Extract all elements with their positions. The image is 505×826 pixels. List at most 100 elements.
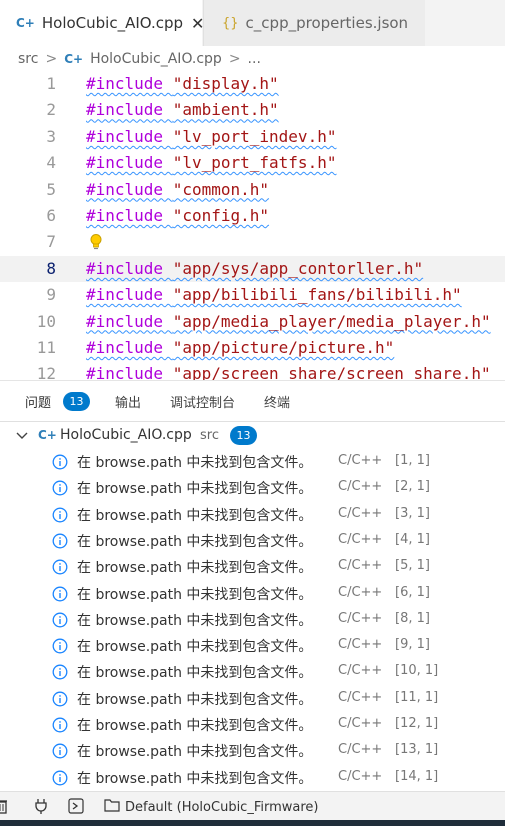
- code-line[interactable]: 10 #include "app/media_player/media_playe…: [0, 309, 505, 335]
- line-number: 6: [46, 206, 56, 225]
- code-line[interactable]: 2 #include "ambient.h": [0, 97, 505, 123]
- include-directive: #include "lv_port_indev.h": [86, 124, 336, 150]
- group-file-dir: src: [200, 428, 219, 443]
- breadcrumb-folder[interactable]: src: [18, 51, 38, 67]
- problem-row[interactable]: 在 browse.path 中未找到包含文件。 C/C++ [12, 1]: [0, 712, 505, 738]
- include-directive: #include "app/screen_share/screen_share.…: [86, 361, 491, 380]
- problem-row[interactable]: 在 browse.path 中未找到包含文件。 C/C++ [8, 1]: [0, 607, 505, 633]
- problem-position: [13, 1]: [395, 742, 439, 758]
- environment-label: Default (HoloCubic_Firmware): [125, 799, 319, 815]
- code-line[interactable]: 5 #include "common.h": [0, 177, 505, 203]
- plug-icon[interactable]: [34, 798, 48, 818]
- code-line[interactable]: 1 #include "display.h": [0, 71, 505, 97]
- problems-count-badge: 13: [63, 391, 91, 411]
- problem-row[interactable]: 在 browse.path 中未找到包含文件。 C/C++ [9, 1]: [0, 633, 505, 659]
- code-line[interactable]: 8 #include "app/sys/app_contorller.h": [0, 255, 505, 283]
- problem-source: C/C++: [338, 558, 383, 574]
- include-path: "app/picture/picture.h": [172, 338, 395, 357]
- problem-message: 在 browse.path 中未找到包含文件。: [77, 665, 313, 682]
- line-number: 9: [46, 285, 56, 305]
- tab-terminal[interactable]: 终端: [264, 381, 290, 421]
- problem-message: 在 browse.path 中未找到包含文件。: [77, 586, 313, 603]
- breadcrumb-file[interactable]: HoloCubic_AIO.cpp: [90, 51, 222, 67]
- group-file-name: HoloCubic_AIO.cpp: [60, 427, 192, 443]
- problem-message: 在 browse.path 中未找到包含文件。: [77, 691, 313, 708]
- line-number: 7: [46, 232, 56, 252]
- tab-label: HoloCubic_AIO.cpp: [41, 14, 184, 32]
- include-path: "lv_port_fatfs.h": [172, 153, 337, 173]
- problem-source: C/C++: [338, 716, 383, 731]
- terminal-icon[interactable]: [68, 798, 84, 818]
- include-path: "app/media_player/media_player.h": [172, 311, 491, 331]
- problem-row[interactable]: 在 browse.path 中未找到包含文件。 C/C++ [4, 1]: [0, 528, 505, 554]
- code-line[interactable]: 3 #include "lv_port_indev.h": [0, 124, 505, 150]
- problem-row[interactable]: 在 browse.path 中未找到包含文件。 C/C++ [13, 1]: [0, 738, 505, 764]
- tab-debug-console-label: 调试控制台: [170, 395, 236, 411]
- include-directive: #include "common.h": [86, 177, 269, 203]
- line-number: 5: [46, 179, 56, 199]
- problem-position: [10, 1]: [395, 663, 439, 679]
- code-editor[interactable]: 1 #include "display.h" 2 #include "ambient.…: [0, 71, 505, 380]
- problem-message: 在 browse.path 中未找到包含文件。: [77, 481, 313, 498]
- include-path: "app/bilibili_fans/bilibili.h": [172, 285, 462, 305]
- line-number: 8: [46, 258, 56, 278]
- include-keyword: #include: [86, 311, 164, 331]
- include-keyword: #include: [86, 126, 164, 146]
- problem-source: C/C++: [338, 531, 383, 547]
- problem-source: C/C++: [338, 610, 383, 626]
- problem-message: 在 browse.path 中未找到包含文件。: [77, 507, 313, 524]
- include-keyword: #include: [86, 153, 164, 173]
- problem-position: [14, 1]: [395, 768, 439, 784]
- info-icon: [52, 507, 68, 527]
- problem-row[interactable]: 在 browse.path 中未找到包含文件。 C/C++ [5, 1]: [0, 554, 505, 580]
- tab-holocubic-aio-cpp[interactable]: C+ HoloCubic_AIO.cpp ✕: [0, 0, 204, 46]
- include-path: "app/screen_share/screen_share.h": [172, 364, 491, 380]
- tab-problems[interactable]: 问题 13: [25, 381, 91, 421]
- problem-row[interactable]: 在 browse.path 中未找到包含文件。 C/C++ [2, 1]: [0, 475, 505, 501]
- include-directive: #include "app/bilibili_fans/bilibili.h": [86, 282, 462, 308]
- code-line[interactable]: 6 #include "config.h": [0, 203, 505, 229]
- tab-c-cpp-properties-json[interactable]: {} c_cpp_properties.json: [203, 0, 425, 46]
- line-number: 4: [46, 153, 56, 173]
- include-path: "common.h": [172, 179, 270, 199]
- group-count-badge: 13: [230, 426, 257, 445]
- problem-source: C/C++: [338, 742, 383, 758]
- problem-source: C/C++: [338, 479, 383, 495]
- problem-row[interactable]: 在 browse.path 中未找到包含文件。 C/C++ [1, 1]: [0, 449, 505, 475]
- info-icon: [52, 691, 68, 711]
- code-line[interactable]: 4 #include "lv_port_fatfs.h": [0, 150, 505, 176]
- include-path: "display.h": [172, 74, 279, 93]
- code-line[interactable]: 9 #include "app/bilibili_fans/bilibili.h": [0, 282, 505, 308]
- json-file-icon: {}: [222, 15, 239, 31]
- chevron-right-icon: >: [228, 51, 241, 67]
- include-keyword: #include: [86, 206, 164, 225]
- tab-debug-console[interactable]: 调试控制台: [170, 381, 235, 421]
- lightbulb-icon[interactable]: [89, 233, 103, 255]
- environment-selector[interactable]: Default (HoloCubic_Firmware): [104, 798, 318, 816]
- code-line[interactable]: 7: [0, 229, 505, 255]
- problem-position: [6, 1]: [395, 584, 430, 600]
- code-line[interactable]: 12 #include "app/screen_share/screen_shar…: [0, 361, 505, 380]
- problem-row[interactable]: 在 browse.path 中未找到包含文件。 C/C++ [6, 1]: [0, 581, 505, 607]
- code-line[interactable]: 11 #include "app/picture/picture.h": [0, 335, 505, 361]
- panel-divider: [0, 421, 505, 422]
- problem-row[interactable]: 在 browse.path 中未找到包含文件。 C/C++ [10, 1]: [0, 659, 505, 685]
- problem-source: C/C++: [338, 453, 383, 468]
- problem-source: C/C++: [338, 584, 383, 600]
- include-keyword: #include: [86, 179, 164, 199]
- breadcrumb-symbols[interactable]: ...: [248, 51, 261, 67]
- problems-file-group[interactable]: C+ HoloCubic_AIO.cpp src 13: [0, 424, 505, 448]
- info-icon: [52, 743, 68, 763]
- problem-row[interactable]: 在 browse.path 中未找到包含文件。 C/C++ [3, 1]: [0, 502, 505, 528]
- problem-message: 在 browse.path 中未找到包含文件。: [77, 612, 313, 629]
- problem-message: 在 browse.path 中未找到包含文件。: [77, 639, 313, 656]
- info-icon: [52, 559, 68, 579]
- problem-row[interactable]: 在 browse.path 中未找到包含文件。 C/C++ [11, 1]: [0, 686, 505, 712]
- problem-message: 在 browse.path 中未找到包含文件。: [77, 744, 313, 761]
- problem-source: C/C++: [338, 689, 383, 705]
- chevron-down-icon[interactable]: [14, 427, 30, 447]
- tab-output[interactable]: 输出: [115, 381, 141, 421]
- trash-icon[interactable]: [0, 798, 8, 818]
- problem-row[interactable]: 在 browse.path 中未找到包含文件。 C/C++ [14, 1]: [0, 765, 505, 791]
- editor-tab-bar: C+ HoloCubic_AIO.cpp ✕ {} c_cpp_properti…: [0, 0, 505, 46]
